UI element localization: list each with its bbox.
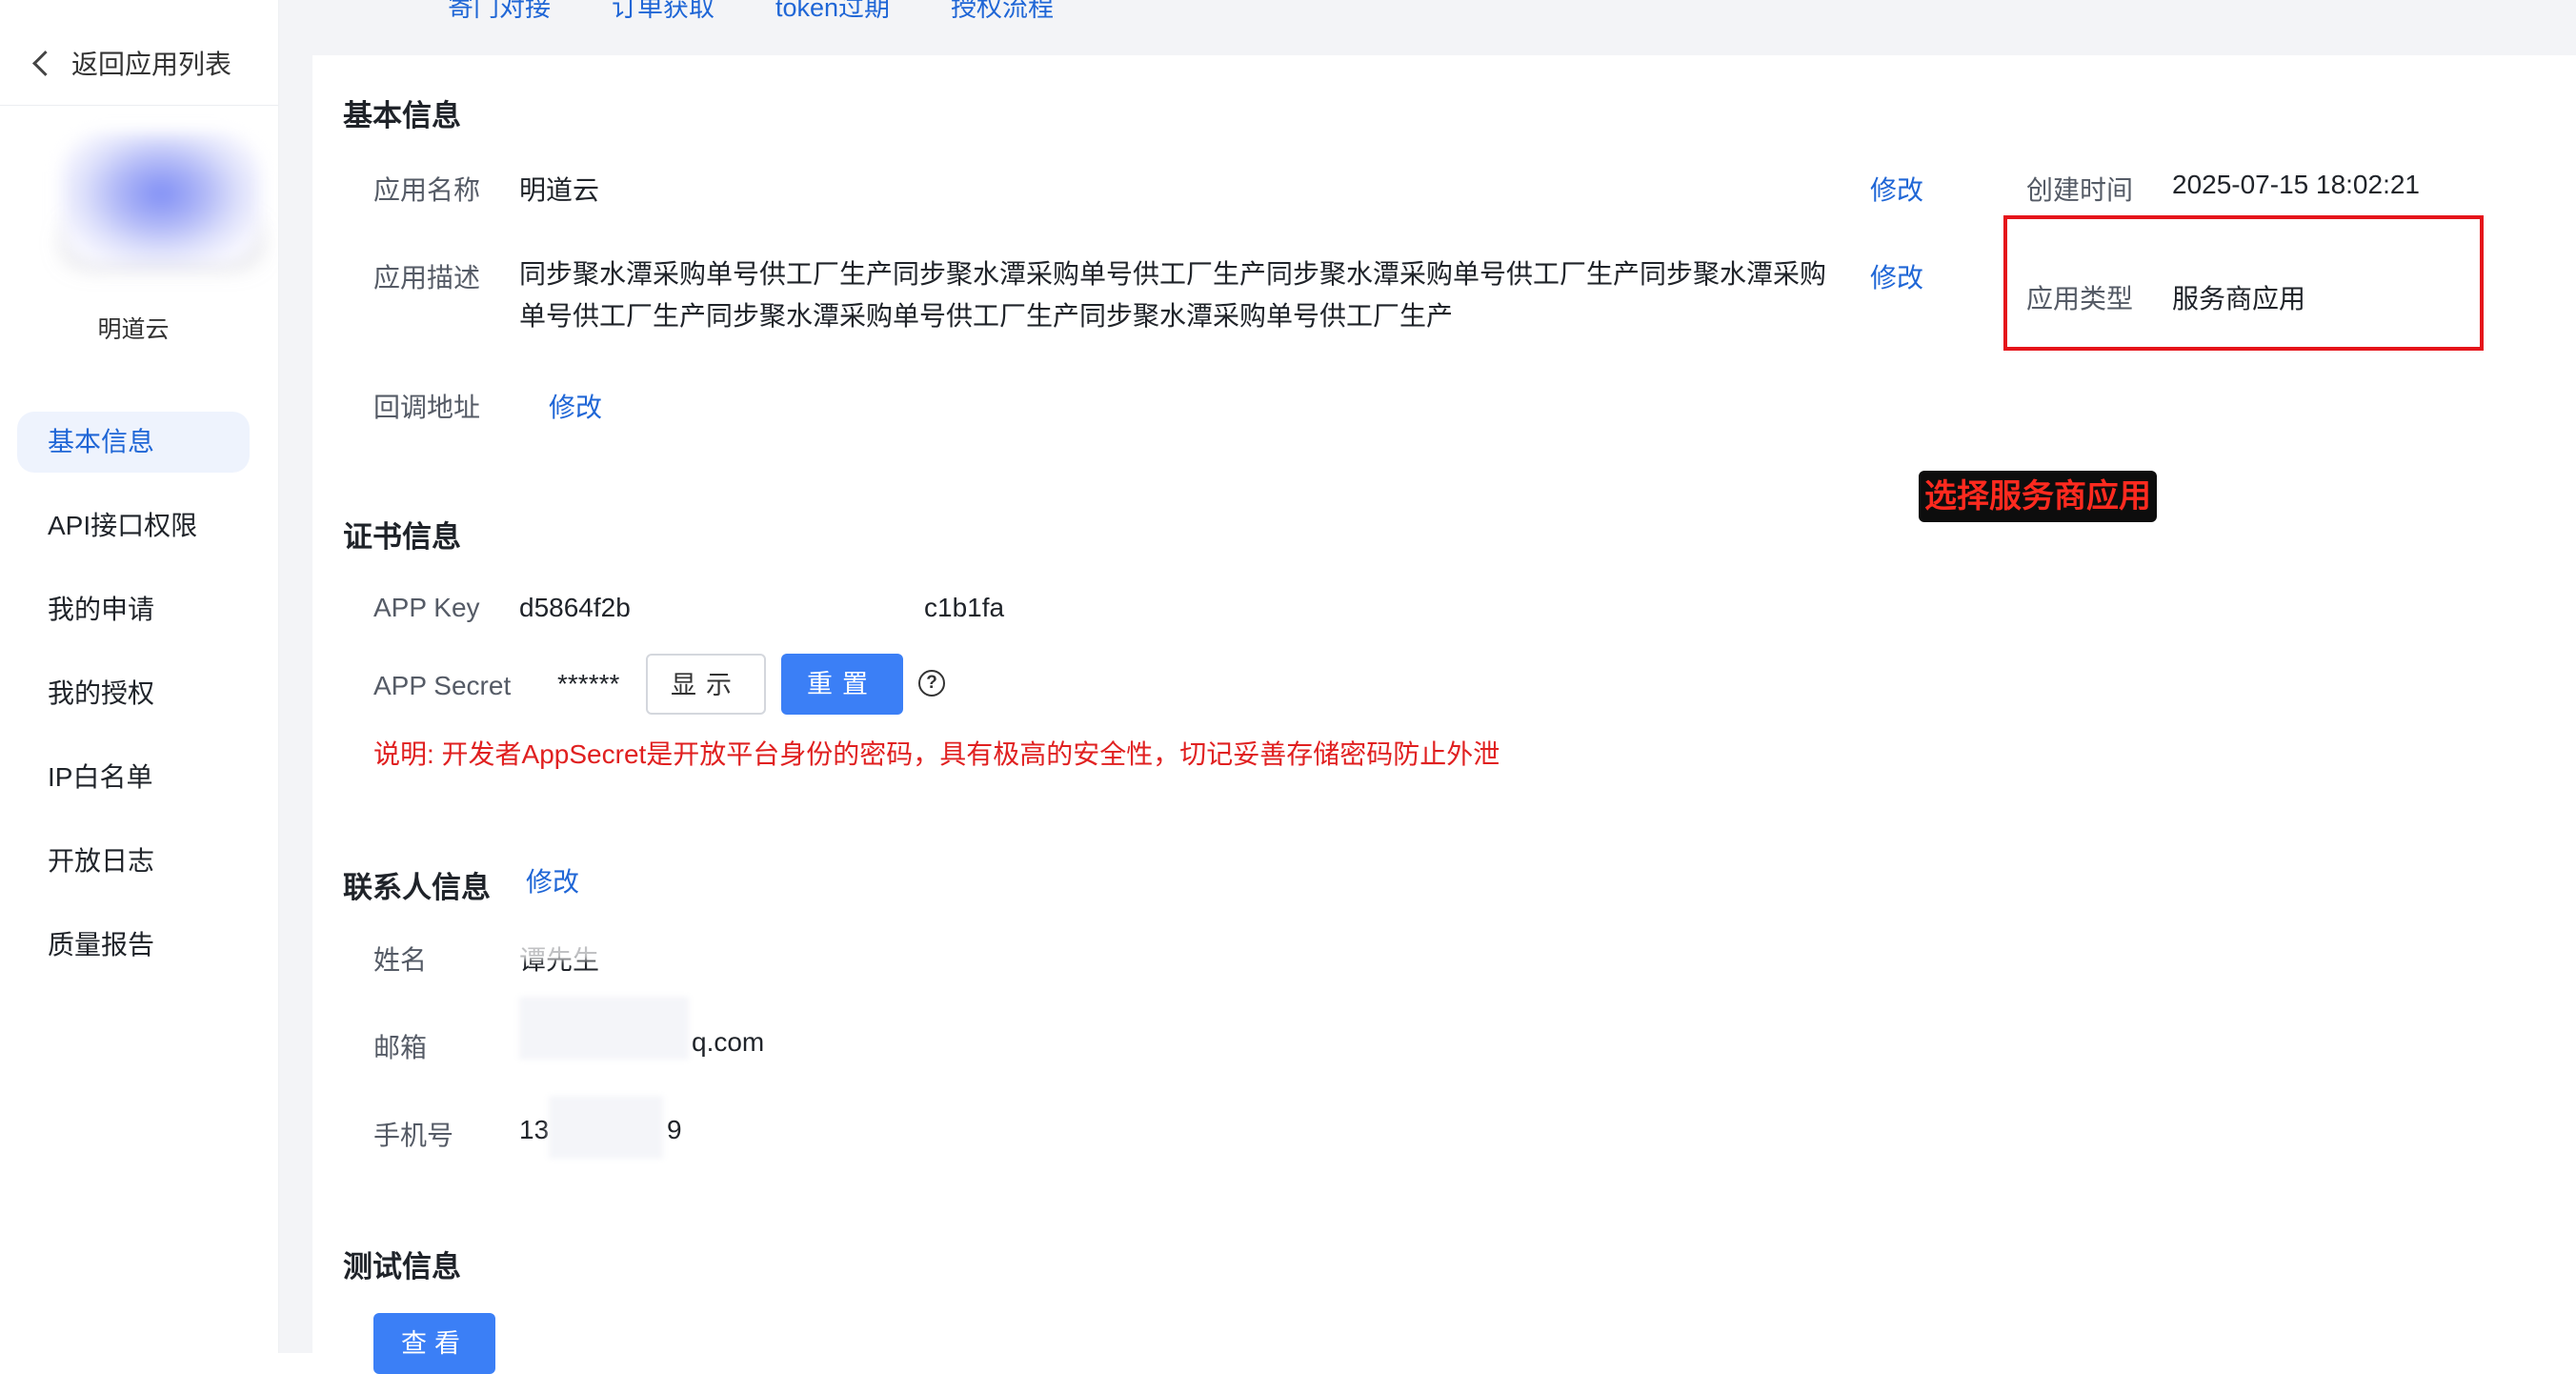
contact-email-suffix: q.com xyxy=(692,1027,765,1057)
basic-info-title: 基本信息 xyxy=(343,99,461,132)
top-link-order-fetch[interactable]: 订单获取 xyxy=(612,0,714,25)
top-link-bar: 寄门对接 订单获取 token过期 授权流程 xyxy=(448,0,1054,25)
view-test-info-button[interactable]: 查看 xyxy=(373,1313,495,1374)
app-key-label: APP Key xyxy=(373,593,480,622)
contact-email-redaction xyxy=(519,997,689,1060)
help-icon[interactable]: ? xyxy=(918,670,945,697)
sidebar-item-ip-whitelist[interactable]: IP白名单 xyxy=(17,747,250,808)
app-type-highlight-box xyxy=(2003,215,2484,351)
top-link-token-expiry[interactable]: token过期 xyxy=(775,0,890,25)
contact-name-redaction xyxy=(484,922,636,960)
edit-app-desc-link[interactable]: 修改 xyxy=(1870,257,1923,295)
sidebar-item-my-authorizations[interactable]: 我的授权 xyxy=(17,663,250,724)
edit-contact-link[interactable]: 修改 xyxy=(526,861,579,899)
secret-warning-note: 说明: 开发者AppSecret是开放平台身份的密码，具有极高的安全性，切记妥善… xyxy=(373,739,1500,769)
edit-app-name-link[interactable]: 修改 xyxy=(1870,170,1923,208)
contact-phone-suffix: 9 xyxy=(667,1115,682,1144)
contact-email-label: 邮箱 xyxy=(373,1033,428,1062)
sidebar: 返回应用列表 明道云 基本信息 API接口权限 我的申请 我的授权 IP白名单 … xyxy=(0,0,279,1353)
edit-callback-url-link[interactable]: 修改 xyxy=(549,387,602,425)
contact-info-title: 联系人信息 xyxy=(343,871,491,904)
sidebar-divider xyxy=(0,105,278,106)
sidebar-item-my-applications[interactable]: 我的申请 xyxy=(17,579,250,640)
sidebar-app-name: 明道云 xyxy=(97,316,170,343)
sidebar-item-basic-info[interactable]: 基本信息 xyxy=(17,412,250,473)
app-key-prefix: d5864f2b xyxy=(519,593,631,622)
callback-url-label: 回调地址 xyxy=(373,393,481,422)
show-secret-button[interactable]: 显示 xyxy=(646,654,766,715)
contact-phone-redaction xyxy=(549,1096,663,1159)
sidebar-item-api-permissions[interactable]: API接口权限 xyxy=(17,495,250,556)
app-avatar xyxy=(61,133,261,267)
app-name-value: 明道云 xyxy=(519,175,600,205)
sidebar-item-open-logs[interactable]: 开放日志 xyxy=(17,831,250,892)
app-desc-label: 应用描述 xyxy=(373,263,481,293)
contact-name-label: 姓名 xyxy=(373,945,428,975)
top-link-auth-flow[interactable]: 授权流程 xyxy=(951,0,1054,25)
cert-info-title: 证书信息 xyxy=(343,520,461,554)
created-time-label: 创建时间 xyxy=(2026,175,2134,205)
app-key-suffix: c1b1fa xyxy=(924,593,1005,622)
chevron-left-icon xyxy=(32,50,58,76)
app-name-label: 应用名称 xyxy=(373,175,481,205)
app-secret-value: ****** xyxy=(557,669,620,698)
sidebar-menu: 基本信息 API接口权限 我的申请 我的授权 IP白名单 开放日志 质量报告 xyxy=(17,412,250,999)
reset-secret-button[interactable]: 重置 xyxy=(781,654,903,715)
app-desc-value: 同步聚水潭采购单号供工厂生产同步聚水潭采购单号供工厂生产同步聚水潭采购单号供工厂… xyxy=(519,259,1827,331)
contact-phone-prefix: 13 xyxy=(519,1115,550,1144)
contact-phone-label: 手机号 xyxy=(373,1121,454,1150)
app-key-redaction xyxy=(646,576,932,638)
back-label: 返回应用列表 xyxy=(71,50,232,79)
app-secret-label: APP Secret xyxy=(373,671,512,700)
annotation-select-service-provider: 选择服务商应用 xyxy=(1919,471,2157,522)
created-time-value: 2025-07-15 18:02:21 xyxy=(2172,170,2420,199)
top-link-docking[interactable]: 寄门对接 xyxy=(448,0,551,25)
sidebar-item-quality-report[interactable]: 质量报告 xyxy=(17,915,250,976)
back-to-app-list-link[interactable]: 返回应用列表 xyxy=(32,44,232,82)
test-info-title: 测试信息 xyxy=(343,1250,461,1283)
